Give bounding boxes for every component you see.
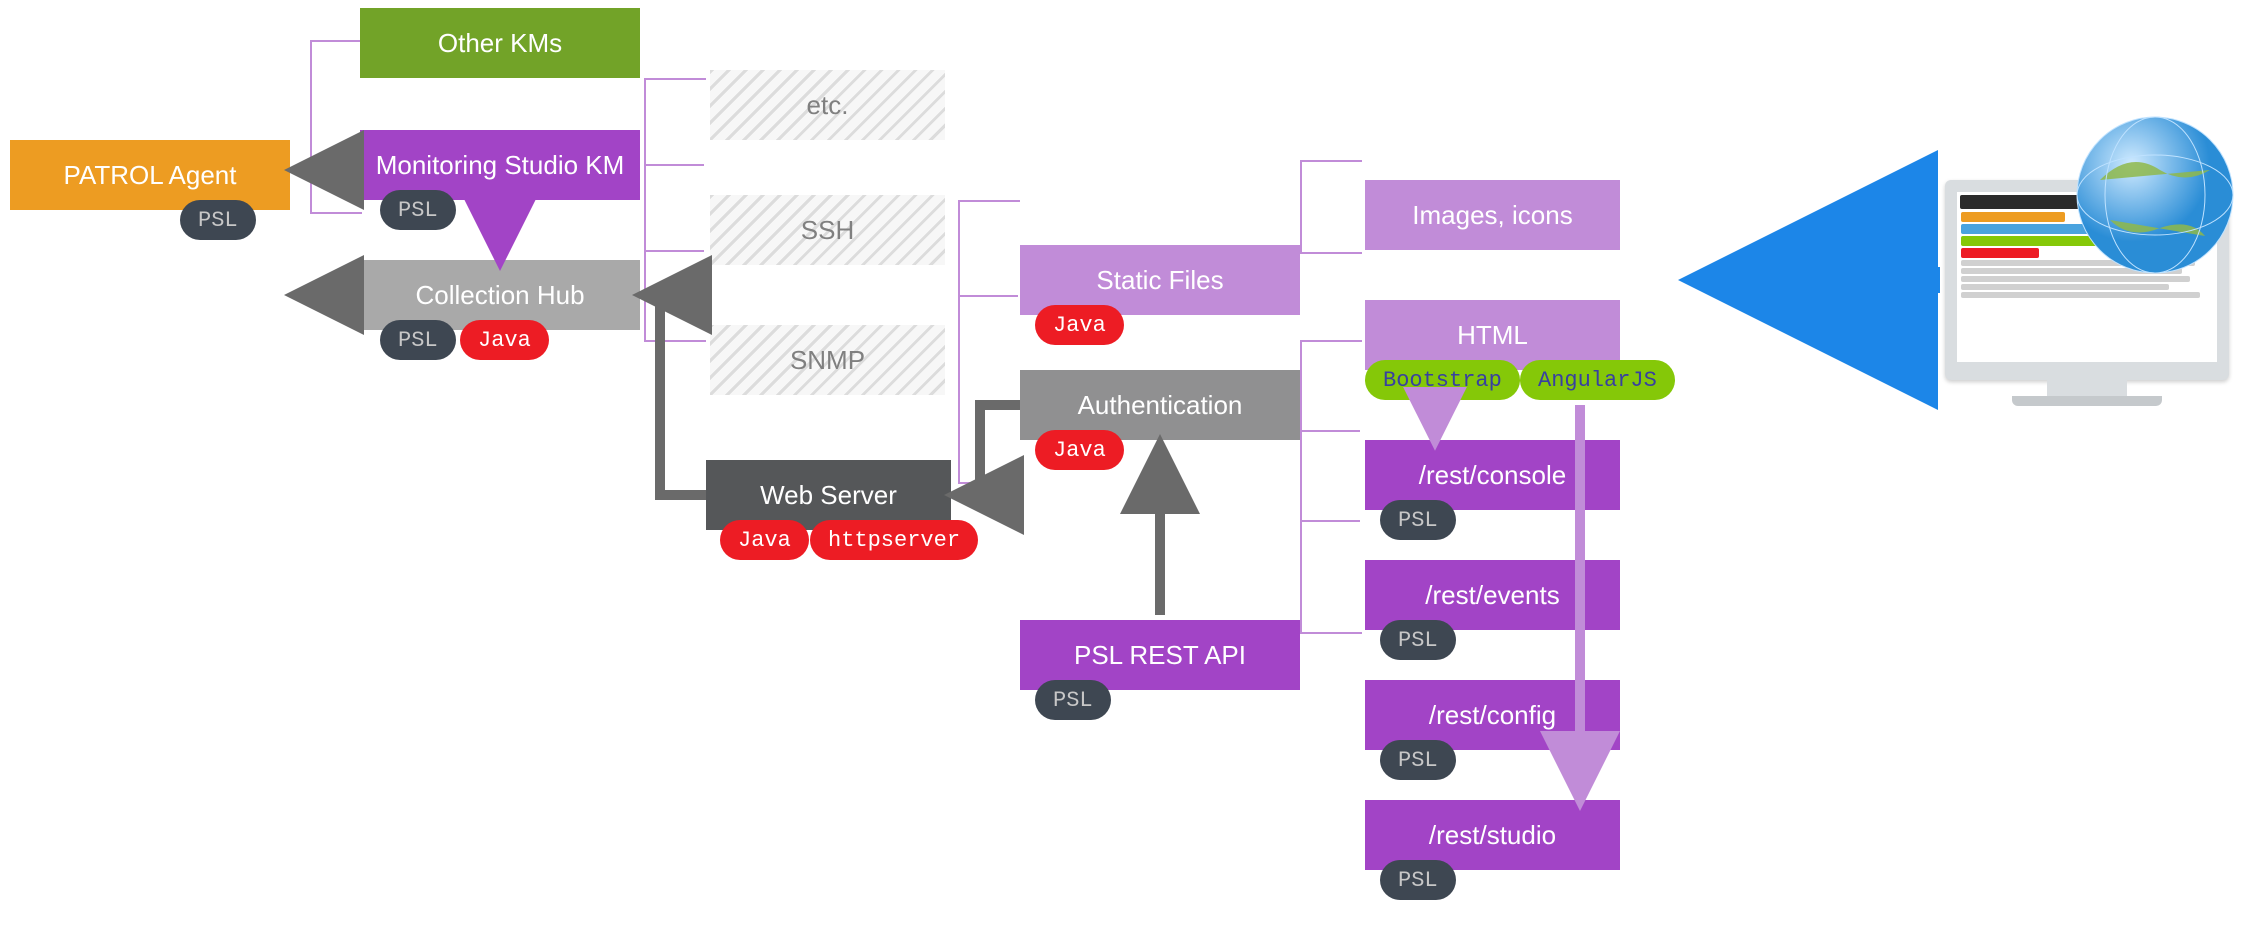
psl-badge: PSL	[1380, 500, 1456, 540]
endpoint-config-label: /rest/config	[1429, 700, 1556, 731]
wire	[644, 164, 704, 166]
psl-badge: PSL	[1380, 740, 1456, 780]
collection-hub-label: Collection Hub	[415, 280, 584, 311]
wire	[1300, 340, 1362, 634]
wire	[958, 200, 1020, 484]
ms-km-label: Monitoring Studio KM	[376, 150, 625, 181]
wire	[1300, 160, 1362, 254]
other-kms-label: Other KMs	[438, 28, 562, 59]
psl-badge: PSL	[1035, 680, 1111, 720]
wire	[310, 40, 362, 214]
patrol-agent-label: PATROL Agent	[64, 160, 237, 191]
web-server-label: Web Server	[760, 480, 897, 511]
wire	[644, 250, 704, 252]
java-badge: Java	[460, 320, 549, 360]
images-box: Images, icons	[1365, 180, 1620, 250]
wire	[1300, 520, 1360, 522]
psl-badge: PSL	[180, 200, 256, 240]
endpoint-events-label: /rest/events	[1425, 580, 1559, 611]
proto-ssh-box: SSH	[710, 195, 945, 265]
psl-badge: PSL	[380, 190, 456, 230]
globe-icon	[2070, 110, 2240, 280]
authentication-label: Authentication	[1078, 390, 1243, 421]
wire	[644, 78, 706, 342]
endpoint-studio-label: /rest/studio	[1429, 820, 1556, 851]
architecture-diagram: { "patrol": "PATROL Agent", "otherkm": "…	[0, 0, 2243, 947]
rest-api-label: PSL REST API	[1074, 640, 1246, 671]
other-kms-box: Other KMs	[360, 8, 640, 78]
endpoint-console-label: /rest/console	[1419, 460, 1566, 491]
psl-badge: PSL	[380, 320, 456, 360]
proto-etc-label: etc.	[807, 90, 849, 121]
wire	[958, 295, 1018, 297]
java-badge: Java	[1035, 430, 1124, 470]
java-badge: Java	[1035, 305, 1124, 345]
psl-badge: PSL	[1380, 620, 1456, 660]
proto-snmp-box: SNMP	[710, 325, 945, 395]
patrol-agent-box: PATROL Agent	[10, 140, 290, 210]
httpserver-badge: httpserver	[810, 520, 978, 560]
angularjs-badge: AngularJS	[1520, 360, 1675, 400]
java-badge: Java	[720, 520, 809, 560]
static-files-label: Static Files	[1096, 265, 1223, 296]
psl-badge: PSL	[1380, 860, 1456, 900]
bootstrap-badge: Bootstrap	[1365, 360, 1520, 400]
proto-etc-box: etc.	[710, 70, 945, 140]
proto-snmp-label: SNMP	[790, 345, 865, 376]
proto-ssh-label: SSH	[801, 215, 854, 246]
wire	[1300, 430, 1360, 432]
html-label: HTML	[1457, 320, 1528, 351]
images-label: Images, icons	[1412, 200, 1572, 231]
